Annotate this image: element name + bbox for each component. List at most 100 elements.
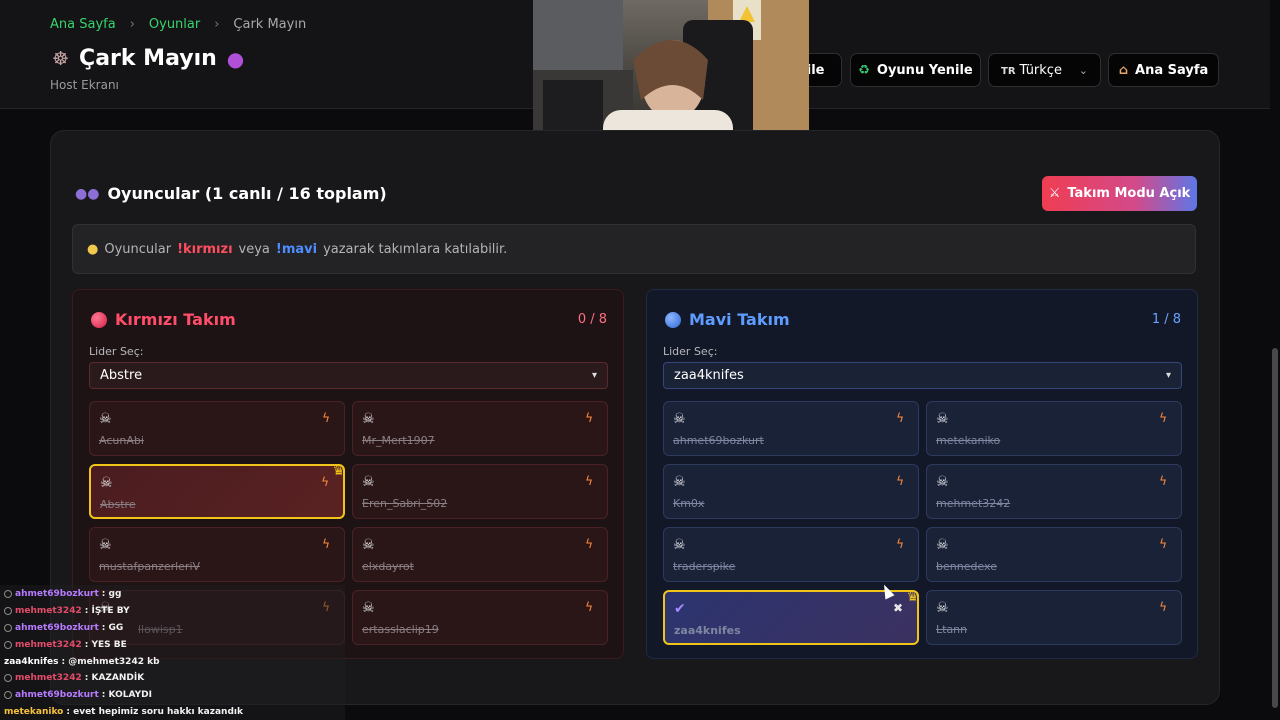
info-suffix: yazarak takımlara katılabilir. (323, 241, 508, 257)
lightning-icon: ϟ (1159, 537, 1167, 551)
red-leader-value: Abstre (100, 368, 143, 383)
badge-icon (4, 640, 12, 649)
badge-icon (4, 623, 12, 632)
skull-icon: ☠ (362, 600, 375, 616)
info-box: ● Oyuncular !kırmızı veya !mavi yazarak … (72, 224, 1196, 274)
team-mode-button[interactable]: ⚔ Takım Modu Açık (1042, 176, 1197, 211)
chat-username: mehmet3242 (15, 673, 82, 684)
skull-icon: ☠ (99, 537, 112, 553)
bomb-icon: ● (226, 46, 245, 71)
chat-username: ahmet69bozkurt (15, 589, 99, 600)
info-blue-command: !mavi (275, 241, 318, 257)
blue-team-panel: Mavi Takım 1 / 8 Lider Seç: zaa4knifes ▾… (646, 289, 1198, 659)
blue-leader-select[interactable]: zaa4knifes ▾ (663, 362, 1182, 389)
player-card[interactable]: ☠ ϟ elxdayrot (352, 527, 608, 582)
lightning-icon: ϟ (1159, 600, 1167, 614)
skull-icon: ☠ (936, 411, 949, 427)
blue-team-count: 1 / 8 (1151, 312, 1181, 327)
chat-message: mehmet3242: KAZANDİK (4, 670, 341, 687)
player-card[interactable]: ☠ ϟ AcunAbi (89, 401, 345, 456)
check-icon: ✔ (674, 601, 686, 617)
red-team-title: Kırmızı Takım (91, 310, 236, 329)
player-card[interactable]: ☠ ϟ metekaniko (926, 401, 1182, 456)
player-name: elxdayrot (362, 560, 414, 573)
info-prefix: Oyuncular (104, 241, 172, 257)
red-team-name: Kırmızı Takım (115, 310, 236, 329)
chevron-down-icon: ▾ (1165, 370, 1171, 381)
player-card[interactable]: ☠ ϟ ertasslaclip19 (352, 590, 608, 645)
chat-text: : gg (101, 589, 122, 600)
reset-game-button[interactable]: ♻ Oyunu Yenile (850, 53, 981, 87)
red-team-count: 0 / 8 (577, 312, 607, 327)
players-heading: Oyuncular (1 canlı / 16 toplam) (107, 184, 387, 203)
players-heading-row: ●● Oyuncular (1 canlı / 16 toplam) (75, 184, 387, 203)
chat-message: mehmet3242: YES BE (4, 636, 341, 653)
breadcrumb: Ana Sayfa › Oyunlar › Çark Mayın (50, 17, 306, 32)
scrollbar-thumb[interactable] (1272, 348, 1278, 708)
chat-text: : KAZANDİK (84, 673, 145, 684)
skull-icon: ☠ (936, 600, 949, 616)
player-name: Km0x (673, 497, 705, 510)
reset-game-label: Oyunu Yenile (876, 62, 973, 78)
red-circle-icon (91, 311, 107, 328)
chat-username: zaa4knifes (4, 656, 59, 667)
house-icon: ⌂ (1118, 62, 1129, 78)
chat-text: : YES BE (84, 639, 127, 650)
player-name: metekaniko (936, 434, 1001, 447)
language-value: Türkçe (1019, 62, 1062, 78)
breadcrumb-games-link[interactable]: Oyunlar (149, 17, 200, 32)
lightning-icon: ϟ (896, 411, 904, 425)
player-name: mehmet3242 (936, 497, 1011, 510)
skull-icon: ☠ (673, 474, 686, 490)
blue-circle-icon (665, 311, 681, 328)
chat-username: metekaniko (4, 706, 64, 717)
player-card-leader[interactable]: ✔ ✖ ♛ zaa4knifes (663, 589, 919, 645)
chat-message: ahmet69bozkurt: GG (4, 620, 341, 637)
player-card[interactable]: ☠ ϟ mustafpanzerleriV (89, 527, 345, 582)
player-card[interactable]: ☠ ϟ Eren_Sabri_S02 (352, 464, 608, 519)
blue-leader-label: Lider Seç: (663, 345, 718, 358)
lightning-icon: ϟ (1159, 474, 1167, 488)
crown-icon: ♛ (332, 463, 345, 479)
page-title: Çark Mayın (79, 46, 217, 71)
badge-icon (4, 590, 12, 599)
player-name: Eren_Sabri_S02 (362, 497, 448, 510)
users-icon: ●● (75, 185, 100, 202)
lightning-icon: ϟ (1159, 411, 1167, 425)
lightning-icon: ϟ (585, 411, 593, 425)
player-card[interactable]: ☠ ϟ Km0x (663, 464, 919, 519)
player-card[interactable]: ☠ ϟ mehmet3242 (926, 464, 1182, 519)
crown-icon: ♛ (906, 589, 919, 605)
blue-leader-value: zaa4knifes (674, 368, 744, 383)
player-card[interactable]: ☠ ϟ Mr_Mert1907 (352, 401, 608, 456)
player-name: ertasslaclip19 (362, 623, 439, 636)
player-card[interactable]: ☠ ϟ ahmet69bozkurt (663, 401, 919, 456)
player-name: Abstre (100, 498, 136, 511)
player-name: mustafpanzerleriV (99, 560, 201, 573)
crossed-swords-icon: ✖ (892, 601, 903, 615)
team-mode-label: Takım Modu Açık (1067, 186, 1191, 201)
breadcrumb-home-link[interactable]: Ana Sayfa (50, 17, 116, 32)
chat-message: metekaniko: evet hepimiz soru hakkı kaza… (4, 704, 341, 720)
skull-icon: ☠ (673, 411, 686, 427)
chat-username: ahmet69bozkurt (15, 622, 99, 633)
lightning-icon: ϟ (896, 474, 904, 488)
red-leader-label: Lider Seç: (89, 345, 144, 358)
chat-username: ahmet69bozkurt (15, 690, 99, 701)
player-card[interactable]: ☠ ϟ bennedexe (926, 527, 1182, 582)
info-red-command: !kırmızı (177, 241, 233, 257)
chat-username: mehmet3242 (15, 639, 82, 650)
skull-icon: ☠ (362, 411, 375, 427)
chat-text: : KOLAYDI (101, 690, 152, 701)
blue-team-name: Mavi Takım (689, 310, 790, 329)
player-card[interactable]: ☠ ϟ traderspike (663, 527, 919, 582)
lightning-icon: ϟ (896, 537, 904, 551)
player-name: ahmet69bozkurt (673, 434, 764, 447)
player-card-leader[interactable]: ☠ ϟ ♛ Abstre (89, 463, 345, 519)
chat-text: : @mehmet3242 kb (61, 656, 160, 667)
red-leader-select[interactable]: Abstre ▾ (89, 362, 608, 389)
home-button[interactable]: ⌂ Ana Sayfa (1108, 53, 1219, 87)
language-select[interactable]: TR Türkçe ⌄ (988, 53, 1101, 87)
lightning-icon: ϟ (585, 537, 593, 551)
player-card[interactable]: ☠ ϟ Ltann (926, 590, 1182, 645)
